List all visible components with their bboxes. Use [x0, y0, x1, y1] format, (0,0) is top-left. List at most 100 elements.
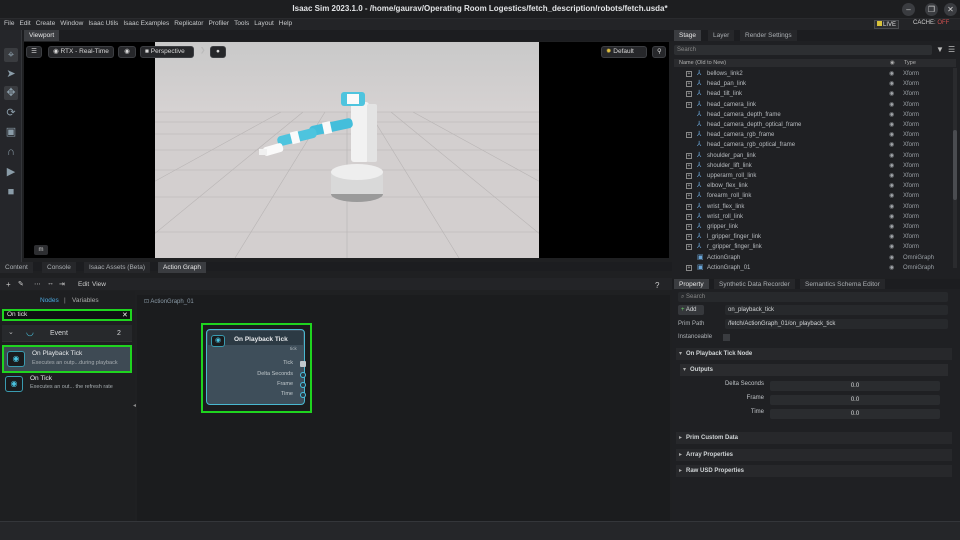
stop-icon[interactable]: ■ [4, 185, 18, 199]
move-icon[interactable]: ✥ [4, 86, 18, 100]
expand-icon[interactable]: + [686, 264, 692, 271]
menu-item-file[interactable]: File [4, 20, 14, 27]
eye-icon[interactable]: ◉ [889, 69, 894, 79]
node-result-on-playback-tick[interactable]: ◉ On Playback Tick Executes an outp...du… [2, 345, 132, 373]
node-result-on-tick[interactable]: ◉ On Tick Executes an out... the refresh… [2, 374, 132, 396]
stage-row[interactable]: + ▣ ActionGraph_01 ◉ OmniGraph [676, 263, 952, 273]
expand-icon[interactable]: + [686, 152, 692, 159]
eye-icon[interactable]: ◉ [889, 263, 894, 273]
expand-icon[interactable]: + [686, 224, 692, 230]
tab-viewport[interactable]: Viewport [24, 30, 60, 41]
graph-breadcrumb[interactable]: ⊡ ActionGraph_01 [144, 298, 194, 305]
stage-scroll-thumb[interactable] [953, 130, 957, 200]
eye-icon[interactable]: ◉ [889, 191, 894, 201]
stage-row[interactable]: + ⅄ bellows_link2 ◉ Xform [676, 69, 952, 79]
tab-layer[interactable]: Layer [708, 30, 735, 41]
tab-isaac-assets[interactable]: Isaac Assets (Beta) [84, 262, 150, 273]
stage-row[interactable]: + ⅄ head_pan_link ◉ Xform [676, 79, 952, 89]
stage-row[interactable]: ▣ ActionGraph ◉ OmniGraph [676, 253, 952, 263]
eye-icon[interactable]: ◉ [889, 232, 894, 242]
pin-icon[interactable]: ⚲ [652, 46, 666, 58]
eye-icon[interactable]: ◉ [889, 181, 894, 191]
graph-node-header[interactable]: ◉ On Playback Tick [208, 331, 303, 347]
pointer-icon[interactable]: ➤ [4, 67, 18, 81]
tab-content[interactable]: Content [0, 262, 33, 273]
expand-icon[interactable]: + [686, 71, 692, 77]
tab-variables[interactable]: Variables [72, 297, 99, 304]
tab-render-settings[interactable]: Render Settings [740, 30, 797, 41]
node-search-input[interactable]: On tick [2, 309, 132, 321]
expand-icon[interactable]: + [686, 234, 692, 241]
expand-icon[interactable]: + [686, 132, 692, 139]
expand-icon[interactable]: + [686, 244, 692, 251]
expand-icon[interactable]: + [686, 162, 692, 169]
eye-icon[interactable]: ◉ [889, 140, 894, 150]
eye-icon[interactable]: ◉ [889, 242, 894, 252]
stage-row[interactable]: + ⅄ r_gripper_finger_link ◉ Xform [676, 242, 952, 252]
eye-icon[interactable]: ◉ [889, 120, 894, 130]
eye-icon[interactable]: ◉ [889, 212, 894, 222]
output-delta-seconds-field[interactable]: 0.0 [770, 381, 940, 391]
camera-button[interactable]: ■ Perspective [140, 46, 194, 58]
instanceable-checkbox[interactable] [723, 334, 730, 341]
renderer-button[interactable]: ◉ RTX - Real-Time [48, 46, 114, 58]
menu-item-window[interactable]: Window [60, 20, 83, 27]
expand-icon[interactable]: + [686, 101, 692, 108]
close-button[interactable]: ✕ [944, 3, 957, 16]
eye-icon[interactable]: ◉ [889, 79, 894, 89]
minimize-button[interactable]: – [902, 3, 915, 16]
menu-item-replicator[interactable]: Replicator [174, 20, 203, 27]
stage-row[interactable]: + ⅄ upperarm_roll_link ◉ Xform [676, 171, 952, 181]
eye-icon[interactable]: ◉ [889, 202, 894, 212]
help-icon[interactable]: ? [655, 281, 659, 290]
stage-row[interactable]: + ⅄ wrist_flex_link ◉ Xform [676, 202, 952, 212]
section-prim-custom-data[interactable]: ▸ Prim Custom Data [676, 432, 952, 444]
add-button[interactable]: + Add [678, 305, 704, 315]
menu-item-tools[interactable]: Tools [234, 20, 249, 27]
menu-item-isaac-examples[interactable]: Isaac Examples [123, 20, 169, 27]
port-frame[interactable] [300, 382, 306, 388]
menu-item-edit[interactable]: Edit [19, 20, 30, 27]
edit-menu[interactable]: Edit [78, 281, 89, 288]
port-delta-seconds[interactable] [300, 372, 306, 378]
column-type[interactable]: Type [904, 60, 916, 66]
stage-row[interactable]: + ⅄ l_gripper_finger_link ◉ Xform [676, 232, 952, 242]
eye-icon[interactable]: ◉ [889, 222, 894, 232]
expand-icon[interactable]: + [686, 91, 692, 98]
collapse-icon[interactable]: ⇥ [59, 280, 65, 288]
tab-stage[interactable]: Stage [674, 30, 701, 41]
eye-icon[interactable]: ◉ [889, 130, 894, 140]
play-icon[interactable]: ▶ [4, 165, 18, 179]
chevron-right-icon[interactable]: ❯ [196, 46, 206, 58]
stage-row[interactable]: + ⅄ shoulder_pan_link ◉ Xform [676, 151, 952, 161]
rotate-icon[interactable]: ⟳ [4, 106, 18, 120]
tab-nodes[interactable]: Nodes [40, 297, 59, 304]
expand-icon[interactable]: + [686, 203, 692, 210]
menu-icon[interactable]: ☰ [948, 45, 955, 54]
panel-resize-handle-icon[interactable]: ◂ [133, 402, 136, 409]
expand-icon[interactable]: + [686, 81, 692, 88]
ellipsis-icon[interactable]: ⋯ [34, 280, 41, 288]
live-toggle[interactable]: LIVE [874, 20, 899, 29]
menu-item-help[interactable]: Help [279, 20, 292, 27]
menu-item-create[interactable]: Create [36, 20, 56, 27]
stage-row[interactable]: + ⅄ shoulder_lift_link ◉ Xform [676, 161, 952, 171]
output-time-field[interactable]: 0.0 [770, 409, 940, 419]
stage-row[interactable]: ⅄ head_camera_depth_optical_frame ◉ Xform [676, 120, 952, 130]
stage-row[interactable]: + ⅄ head_camera_link ◉ Xform [676, 100, 952, 110]
eye-icon[interactable]: ◉ [889, 253, 894, 263]
stage-search-input[interactable]: Search [674, 45, 932, 55]
expand-icon[interactable]: + [686, 213, 692, 220]
category-event[interactable]: ⌄ ◡ Event 2 [2, 325, 132, 342]
menu-item-profiler[interactable]: Profiler [208, 20, 229, 27]
port-time[interactable] [300, 392, 306, 398]
edit-pencil-icon[interactable]: ✎ [18, 280, 24, 288]
port-tick[interactable] [300, 361, 306, 367]
restore-button[interactable]: ❐ [925, 3, 938, 16]
eye-icon[interactable]: ◉ [889, 171, 894, 181]
expand-icon[interactable]: ↔ [47, 280, 54, 287]
section-outputs[interactable]: ▾ Outputs [680, 364, 948, 376]
stage-row[interactable]: + ⅄ gripper_link ◉ Xform [676, 222, 952, 232]
clear-search-icon[interactable]: ✕ [122, 311, 128, 319]
section-raw-usd-properties[interactable]: ▸ Raw USD Properties [676, 465, 952, 477]
